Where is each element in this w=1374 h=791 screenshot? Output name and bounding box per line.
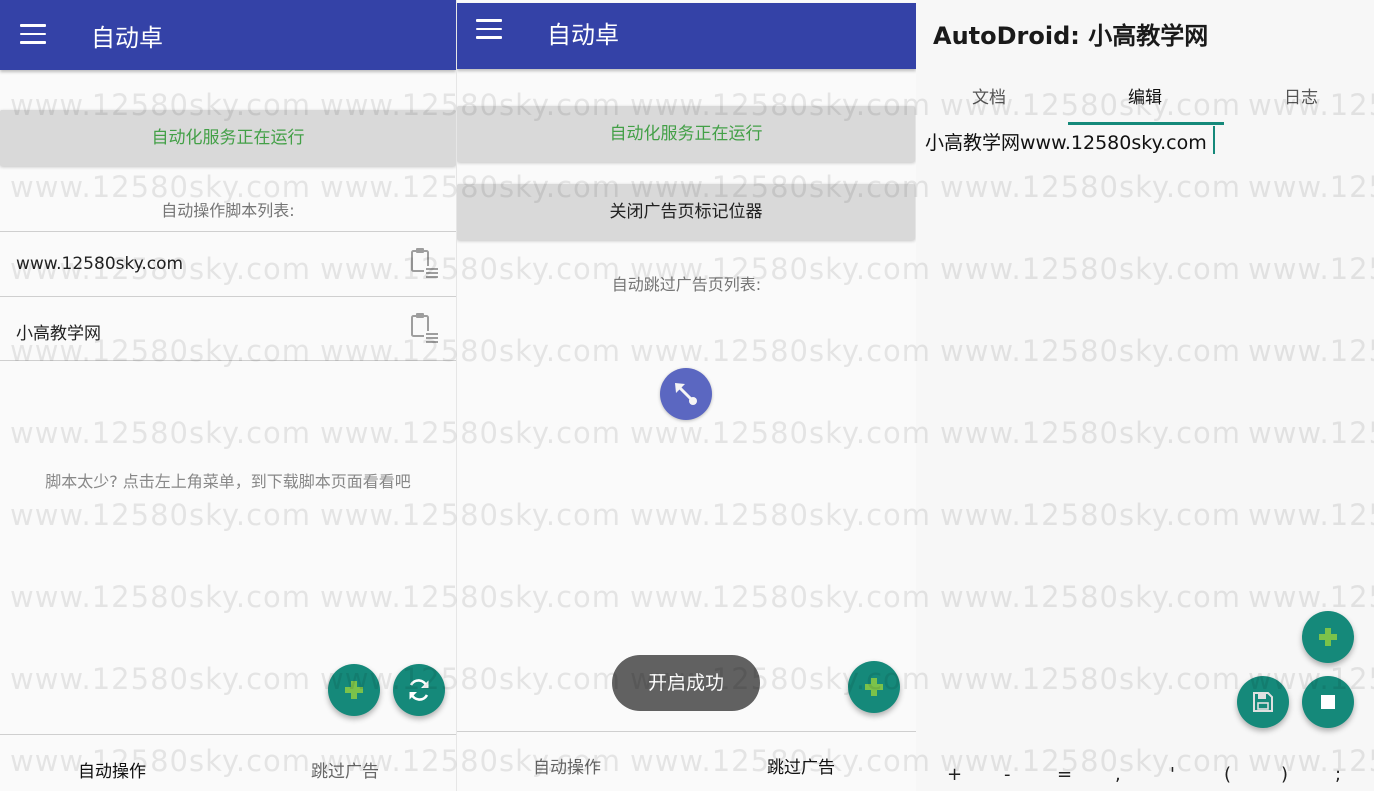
close-marker-button[interactable]: 关闭广告页标记位器 [457,184,915,240]
screen: 自动卓 自动化服务正在运行 自动操作脚本列表: www.12580sky.com… [0,0,1374,791]
stop-button[interactable] [1302,676,1354,728]
stop-icon [1321,695,1335,709]
service-running-button[interactable]: 自动化服务正在运行 [0,110,456,166]
symbol-key[interactable]: = [1057,764,1072,785]
screen-scripts: 自动卓 自动化服务正在运行 自动操作脚本列表: www.12580sky.com… [0,0,456,791]
plus-icon [865,678,883,696]
active-tab-indicator [1068,122,1224,125]
toast-message: 开启成功 [612,655,760,711]
text-cursor [1213,126,1215,154]
refresh-icon [409,679,429,701]
add-script-button[interactable] [328,664,380,716]
pointer-arrow-icon [675,383,697,405]
list-item[interactable]: 小高教学网 [0,296,456,360]
symbol-key[interactable]: + [947,764,962,785]
script-list-caption: 自动操作脚本列表: [161,201,295,220]
clipboard-list-icon[interactable] [410,311,440,347]
empty-hint: 脚本太少? 点击左上角菜单，到下载脚本页面看看吧 [45,472,411,491]
symbol-key[interactable]: ; [1335,764,1341,785]
nav-auto-ops[interactable]: 自动操作 [78,757,146,782]
screen-editor: AutoDroid: 小高教学网 文档 编辑 日志 小高教学网www.12580… [916,0,1374,791]
tab-edit[interactable]: 编辑 [1128,83,1162,108]
floating-marker-button[interactable] [660,368,712,420]
symbol-bar: + - = , ' ( ) ; [916,764,1374,790]
symbol-key[interactable]: ( [1224,764,1231,785]
clipboard-list-icon[interactable] [410,246,440,282]
bottom-nav: 自动操作 跳过广告 [0,734,456,791]
nav-skip-ads[interactable]: 跳过广告 [311,757,379,782]
nav-auto-ops[interactable]: 自动操作 [533,753,601,778]
tab-log[interactable]: 日志 [1284,83,1318,108]
service-running-button[interactable]: 自动化服务正在运行 [457,106,915,162]
plus-icon [1319,628,1337,646]
app-bar: 自动卓 [457,3,916,69]
add-button[interactable] [1302,611,1354,663]
list-item[interactable]: www.12580sky.com [0,231,456,295]
screen-skip-ads: 自动卓 自动化服务正在运行 关闭广告页标记位器 自动跳过广告页列表: 开启成功 … [456,0,916,791]
tab-docs[interactable]: 文档 [972,83,1006,108]
app-title: 自动卓 [547,21,619,49]
divider [0,360,456,361]
menu-icon[interactable] [20,24,46,44]
app-bar: 自动卓 [0,0,456,70]
menu-icon[interactable] [476,19,502,39]
editor-text[interactable]: 小高教学网www.12580sky.com [925,128,1207,155]
bottom-nav: 自动操作 跳过广告 [457,731,916,791]
symbol-key[interactable]: , [1115,764,1121,785]
symbol-key[interactable]: ) [1281,764,1288,785]
editor-title: AutoDroid: 小高教学网 [933,22,1209,50]
script-name: www.12580sky.com [16,254,184,274]
symbol-key[interactable]: - [1004,764,1011,785]
editor-tabs: 文档 编辑 日志 [916,64,1374,122]
nav-skip-ads[interactable]: 跳过广告 [767,753,835,778]
plus-icon [345,681,363,699]
save-button[interactable] [1237,676,1289,728]
app-title: 自动卓 [91,24,163,52]
ad-page-list-caption: 自动跳过广告页列表: [611,275,762,294]
script-name: 小高教学网 [16,324,101,344]
floppy-disk-icon [1253,692,1273,712]
add-ad-page-button[interactable] [848,661,900,713]
refresh-button[interactable] [393,664,445,716]
symbol-key[interactable]: ' [1170,764,1175,785]
